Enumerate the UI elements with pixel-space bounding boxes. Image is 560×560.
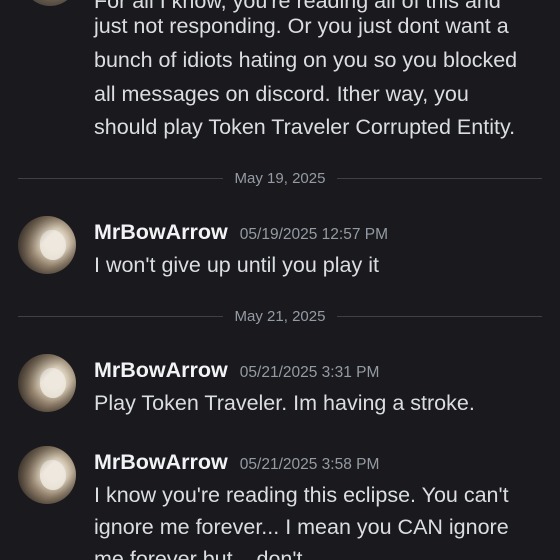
- message-line: should play Token Traveler Corrupted Ent…: [94, 115, 516, 139]
- avatar[interactable]: [22, 0, 78, 6]
- timestamp: 05/19/2025 12:57 PM: [239, 226, 389, 243]
- message-header: MrBowArrow 05/21/2025 3:31 PM: [94, 358, 379, 383]
- divider-line: [18, 177, 223, 179]
- message-line: all messages on discord. Ither way, you: [94, 82, 469, 106]
- date-divider: May 19, 2025: [18, 168, 542, 188]
- username[interactable]: MrBowArrow: [94, 220, 228, 245]
- avatar[interactable]: [18, 354, 76, 412]
- message-line: I know you're reading this eclipse. You …: [94, 483, 509, 507]
- message-line: Play Token Traveler. Im having a stroke.: [94, 391, 475, 415]
- divider-date: May 19, 2025: [234, 169, 326, 187]
- avatar[interactable]: [18, 446, 76, 504]
- divider-line: [337, 315, 542, 317]
- message-line: me forever but... don't.: [94, 547, 309, 560]
- chat-messages-area: For all I know, you're reading all of th…: [0, 0, 560, 560]
- message-header: MrBowArrow 05/19/2025 12:57 PM: [94, 220, 388, 245]
- username[interactable]: MrBowArrow: [94, 358, 228, 383]
- timestamp: 05/21/2025 3:31 PM: [239, 364, 380, 381]
- divider-date: May 21, 2025: [234, 307, 326, 325]
- divider-line: [18, 315, 223, 317]
- timestamp: 05/21/2025 3:58 PM: [239, 456, 380, 473]
- message-line: bunch of idiots hating on you so you blo…: [94, 48, 518, 72]
- date-divider: May 21, 2025: [18, 306, 542, 326]
- message-line: just not responding. Or you just dont wa…: [94, 14, 509, 38]
- message-line: ignore me forever... I mean you CAN igno…: [94, 515, 509, 539]
- avatar[interactable]: [18, 216, 76, 274]
- username[interactable]: MrBowArrow: [94, 450, 228, 475]
- message-header: MrBowArrow 05/21/2025 3:58 PM: [94, 450, 379, 475]
- divider-line: [337, 177, 542, 179]
- message-line: I won't give up until you play it: [94, 253, 379, 277]
